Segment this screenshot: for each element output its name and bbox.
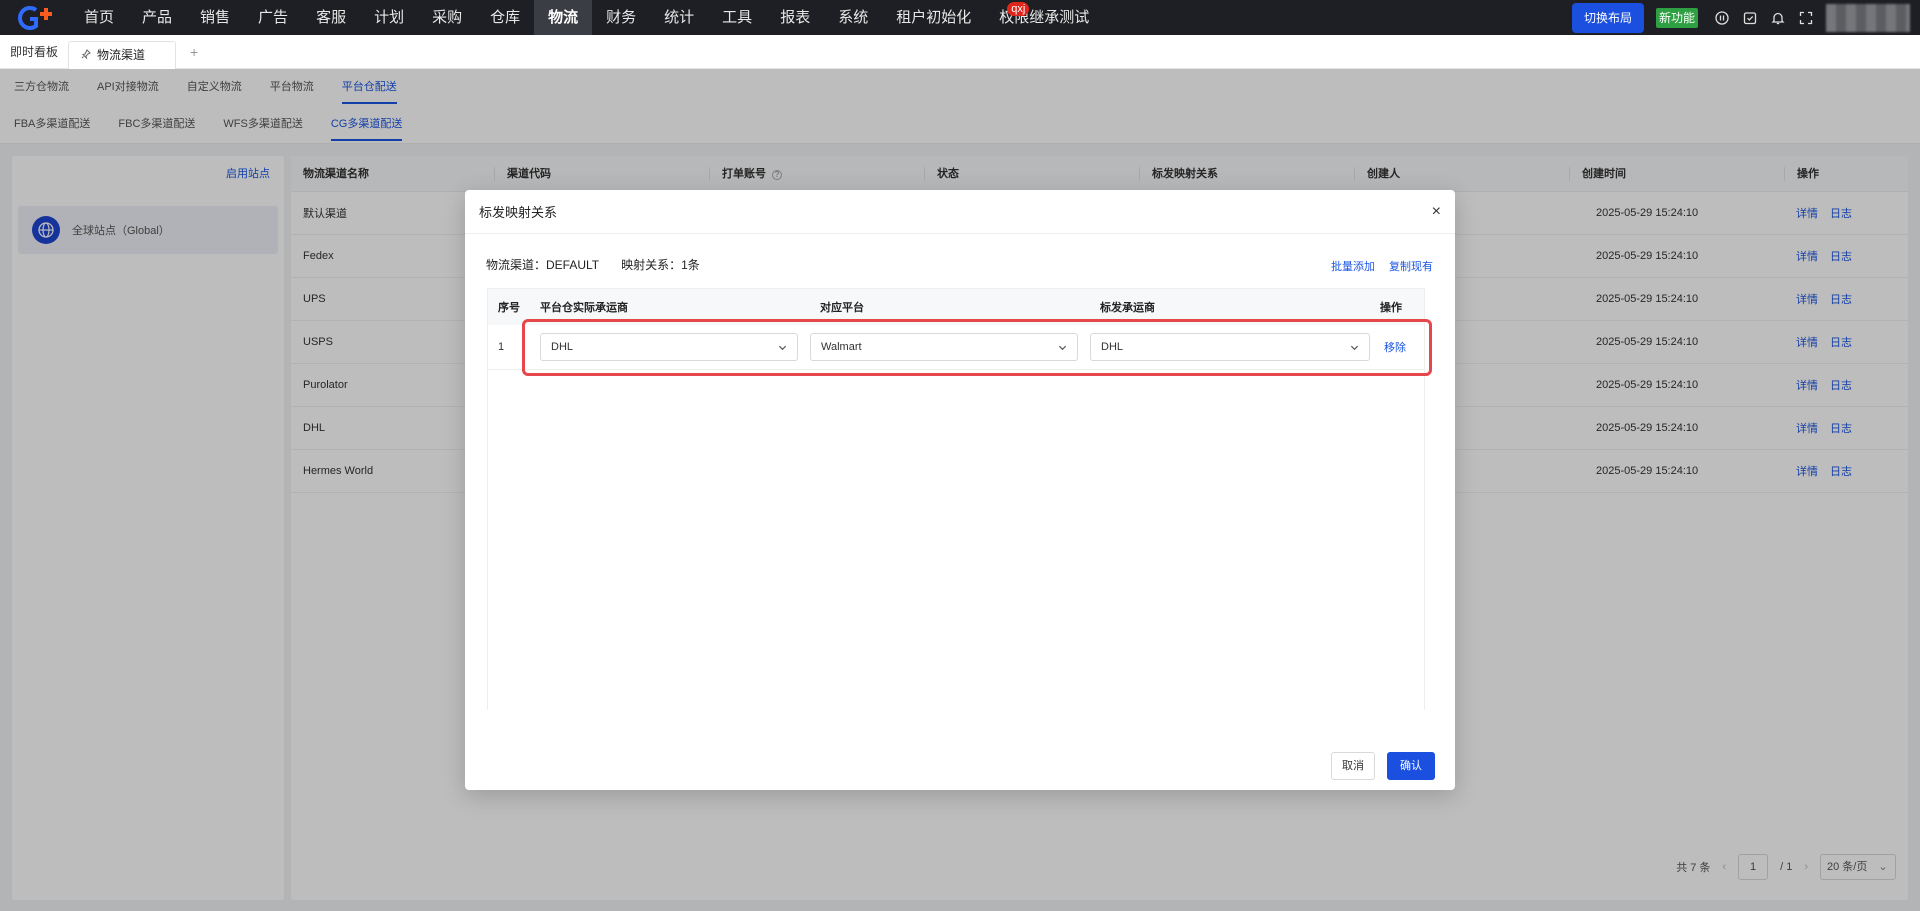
col-label-carrier: 标发承运商 <box>1100 302 1155 314</box>
channel-label: 物流渠道：DEFAULT <box>486 258 600 272</box>
nav-item-purchase[interactable]: 采购 <box>418 0 476 35</box>
platform-select[interactable]: Walmart <box>810 333 1078 361</box>
switch-layout-button[interactable]: 切换布局 <box>1571 2 1644 33</box>
task-check-icon[interactable] <box>1736 0 1764 35</box>
cancel-button[interactable]: 取消 <box>1331 752 1375 780</box>
page-tab-bar: 即时看板 物流渠道 + <box>0 35 1920 69</box>
col-index: 序号 <box>498 302 520 314</box>
tab-label: 物流渠道 <box>97 48 146 62</box>
mapping-modal: 标发映射关系 × 物流渠道：DEFAULT 映射关系：1条 批量添加 复制现有 … <box>465 190 1455 790</box>
modal-info: 物流渠道：DEFAULT 映射关系：1条 <box>486 256 700 273</box>
select-value: Walmart <box>821 341 862 353</box>
nav-item-tools[interactable]: 工具 <box>708 0 766 35</box>
user-badge: qxj <box>1007 2 1030 16</box>
tab-dashboard[interactable]: 即时看板 <box>0 35 68 69</box>
label-carrier-select[interactable]: DHL <box>1090 333 1370 361</box>
nav-item-tenant-init[interactable]: 租户初始化 <box>882 0 985 35</box>
chevron-down-icon <box>1058 345 1067 350</box>
col-operation: 操作 <box>1380 302 1402 314</box>
nav-item-stats[interactable]: 统计 <box>650 0 708 35</box>
nav-item-plan[interactable]: 计划 <box>360 0 418 35</box>
nav-item-logistics[interactable]: 物流 <box>534 0 593 35</box>
nav-item-sales[interactable]: 销售 <box>186 0 244 35</box>
pause-icon[interactable] <box>1708 0 1736 35</box>
actual-carrier-select[interactable]: DHL <box>540 333 798 361</box>
confirm-button[interactable]: 确认 <box>1387 752 1435 780</box>
copy-existing-link[interactable]: 复制现有 <box>1389 258 1433 274</box>
add-tab-button[interactable]: + <box>190 44 198 60</box>
new-feature-button[interactable]: 新功能 <box>1655 7 1698 28</box>
nav-item-system[interactable]: 系统 <box>824 0 882 35</box>
col-platform: 对应平台 <box>820 302 864 314</box>
modal-actions: 批量添加 复制现有 <box>1331 258 1433 274</box>
col-actual-carrier: 平台仓实际承运商 <box>540 302 628 314</box>
close-icon[interactable]: × <box>1432 203 1441 221</box>
fullscreen-icon[interactable] <box>1792 0 1820 35</box>
modal-title: 标发映射关系 <box>479 205 558 220</box>
mapping-row: 1 DHL Walmart DHL 移除 <box>488 325 1424 370</box>
chevron-down-icon <box>1350 345 1359 350</box>
user-avatar[interactable] <box>1826 3 1910 32</box>
pin-icon[interactable] <box>81 41 91 69</box>
nav-item-finance[interactable]: 财务 <box>592 0 650 35</box>
row-index: 1 <box>498 341 505 353</box>
mapping-count: 映射关系：1条 <box>621 258 700 272</box>
mapping-table-header: 序号 平台仓实际承运商 对应平台 标发承运商 操作 <box>488 289 1424 325</box>
nav-item-home[interactable]: 首页 <box>70 0 128 35</box>
main-menu: 首页 产品 销售 广告 客服 计划 采购 仓库 物流 财务 统计 工具 报表 系… <box>70 0 1103 35</box>
modal-header: 标发映射关系 × <box>465 190 1455 234</box>
chevron-down-icon <box>778 345 787 350</box>
nav-item-warehouse[interactable]: 仓库 <box>476 0 534 35</box>
select-value: DHL <box>1101 341 1124 353</box>
bell-icon[interactable] <box>1764 0 1792 35</box>
batch-add-link[interactable]: 批量添加 <box>1331 258 1375 274</box>
nav-item-reports[interactable]: 报表 <box>766 0 824 35</box>
app-logo[interactable] <box>0 0 70 35</box>
nav-item-ads[interactable]: 广告 <box>244 0 302 35</box>
top-nav: 首页 产品 销售 广告 客服 计划 采购 仓库 物流 财务 统计 工具 报表 系… <box>0 0 1920 35</box>
nav-item-service[interactable]: 客服 <box>302 0 360 35</box>
nav-right-tools: 切换布局 新功能 <box>1571 0 1920 35</box>
mapping-table: 序号 平台仓实际承运商 对应平台 标发承运商 操作 1 DHL Walmart <box>487 288 1425 710</box>
nav-item-permission-test[interactable]: 权限继承测试 qxj <box>985 0 1103 35</box>
modal-footer: 取消 确认 <box>1331 752 1435 780</box>
nav-item-product[interactable]: 产品 <box>128 0 186 35</box>
select-value: DHL <box>551 341 574 353</box>
remove-link[interactable]: 移除 <box>1384 342 1406 354</box>
tab-logistics-channel[interactable]: 物流渠道 <box>68 40 177 69</box>
